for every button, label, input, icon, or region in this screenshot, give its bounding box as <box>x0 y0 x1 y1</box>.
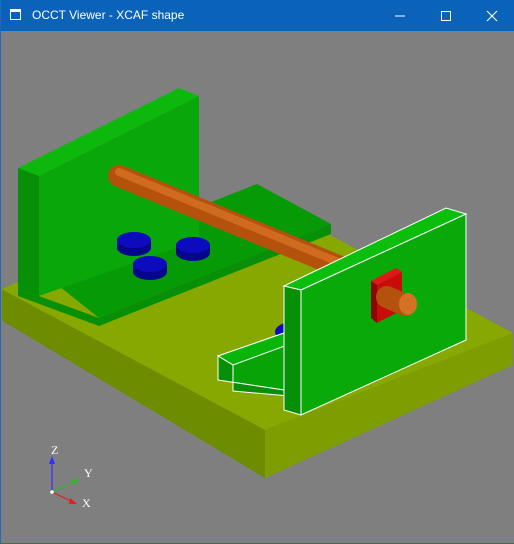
blue-button[interactable] <box>117 232 151 256</box>
minimize-button[interactable] <box>377 0 423 31</box>
triad-origin <box>50 490 54 494</box>
blue-button[interactable] <box>133 256 167 280</box>
minimize-icon <box>395 15 405 17</box>
viewer-window: OCCT Viewer - XCAF shape Z Y X <box>0 0 514 544</box>
3d-viewport[interactable]: Z Y X <box>2 31 514 543</box>
close-icon <box>486 10 498 22</box>
blue-button[interactable] <box>176 237 210 261</box>
title-bar[interactable]: OCCT Viewer - XCAF shape <box>1 0 514 31</box>
window-title: OCCT Viewer - XCAF shape <box>32 8 185 22</box>
z-axis-label: Z <box>51 443 58 457</box>
y-axis-label: Y <box>84 466 93 480</box>
close-button[interactable] <box>469 0 514 31</box>
x-axis-label: X <box>82 496 91 510</box>
maximize-icon <box>441 11 451 21</box>
maximize-button[interactable] <box>423 0 469 31</box>
window-app-icon[interactable] <box>10 9 21 20</box>
